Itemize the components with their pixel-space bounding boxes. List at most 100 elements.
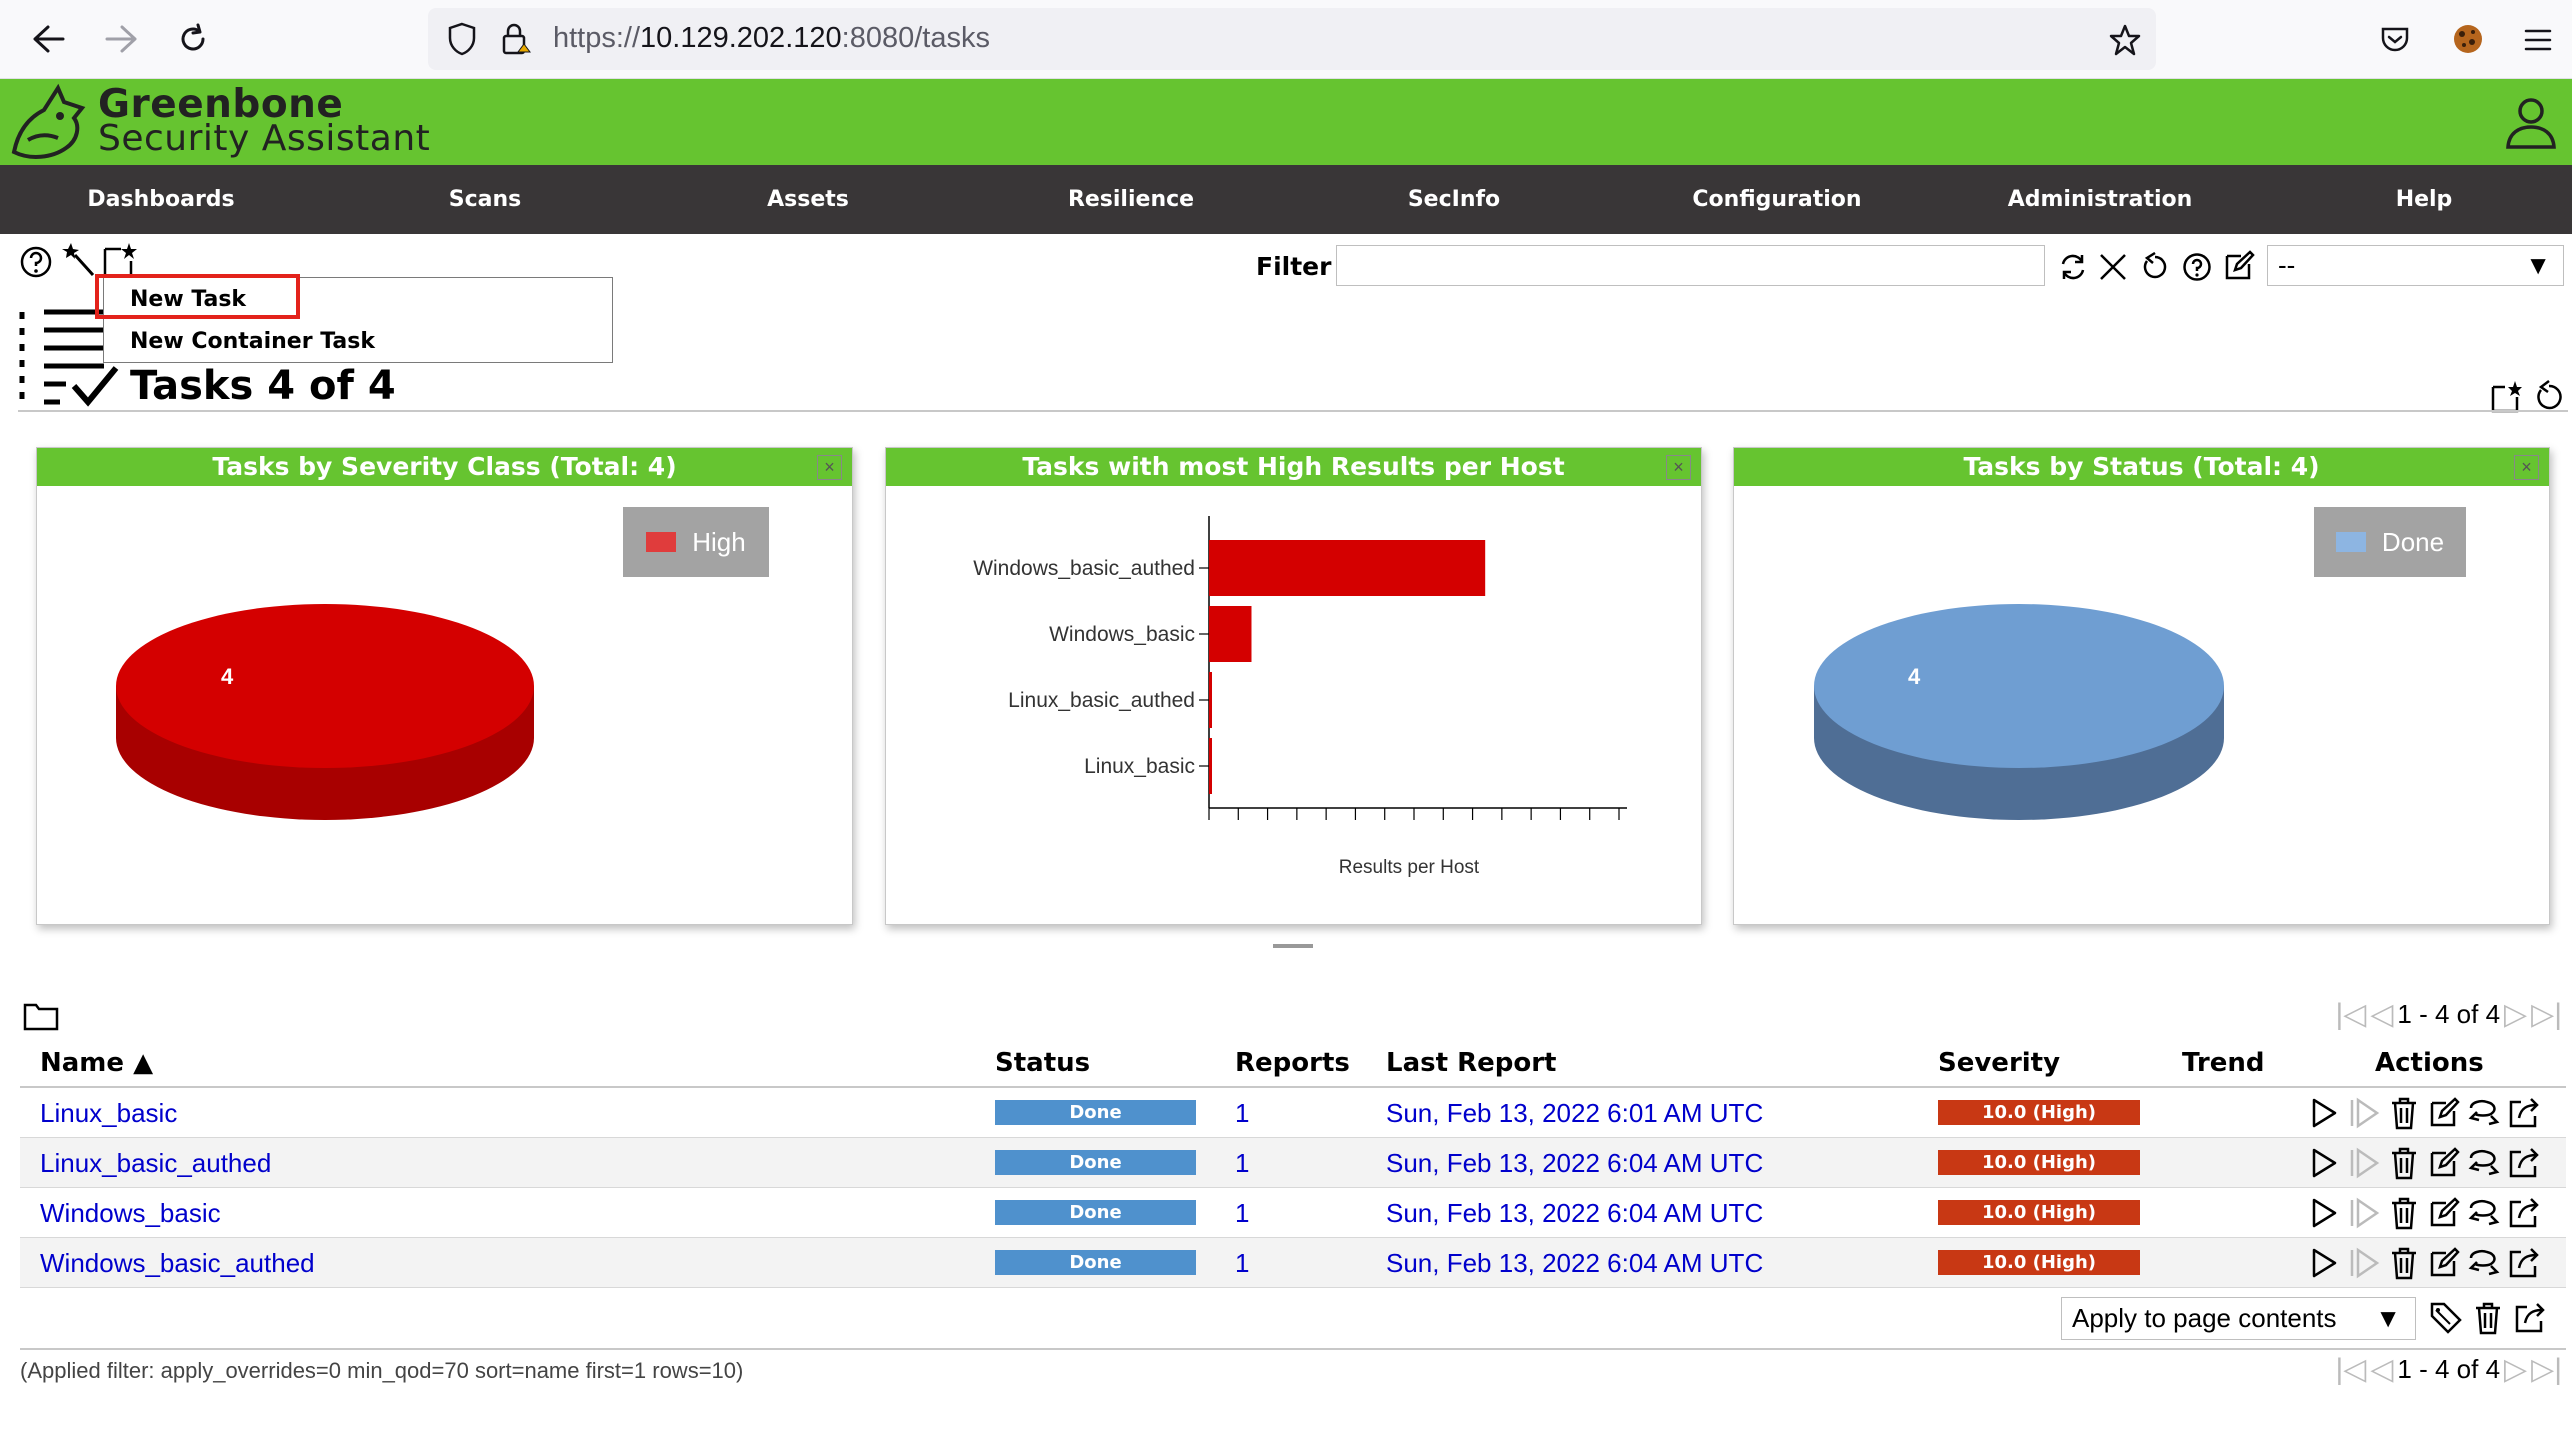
clone-task-icon[interactable] [2466, 1095, 2502, 1131]
clone-task-icon[interactable] [2466, 1145, 2502, 1181]
help-icon[interactable] [18, 244, 54, 280]
column-header-reports[interactable]: Reports [1235, 1048, 1350, 1078]
last-report-link[interactable]: Sun, Feb 13, 2022 6:01 AM UTC [1386, 1098, 1763, 1129]
update-filter-icon[interactable] [2056, 250, 2090, 284]
menu-assets[interactable]: Assets [767, 165, 849, 234]
last-page-icon[interactable]: ▷| [2531, 997, 2562, 1032]
reports-count-link[interactable]: 1 [1235, 1248, 1249, 1279]
filter-select[interactable]: -- ▼ [2267, 245, 2564, 286]
user-profile-icon[interactable] [2503, 94, 2559, 150]
edit-task-icon[interactable] [2426, 1245, 2462, 1281]
menu-administration[interactable]: Administration [2008, 165, 2193, 234]
resume-task-icon[interactable] [2346, 1245, 2382, 1281]
menu-item-new-container-task[interactable]: New Container Task [130, 329, 375, 354]
previous-page-icon[interactable]: ◁ [2370, 997, 2393, 1032]
last-report-link[interactable]: Sun, Feb 13, 2022 6:04 AM UTC [1386, 1248, 1763, 1279]
export-task-icon[interactable] [2506, 1095, 2542, 1131]
clear-filter-icon[interactable] [2096, 250, 2130, 284]
task-name-link[interactable]: Linux_basic_authed [40, 1148, 271, 1179]
url-path: :8080/tasks [841, 22, 990, 54]
start-task-icon[interactable] [2306, 1145, 2342, 1181]
severity-badge: 10.0 (High) [1938, 1250, 2140, 1275]
folder-icon[interactable] [22, 1000, 60, 1032]
bulk-delete-icon[interactable] [2470, 1300, 2506, 1336]
title-divider [18, 410, 2568, 412]
column-header-name[interactable]: Name ▲ [40, 1048, 153, 1078]
reports-count-link[interactable]: 1 [1235, 1148, 1249, 1179]
back-button[interactable] [28, 18, 70, 60]
next-page-icon[interactable]: ▷ [2504, 997, 2527, 1032]
edit-filter-icon[interactable] [2221, 248, 2257, 284]
menu-resilience[interactable]: Resilience [1068, 165, 1194, 234]
dashboard-resize-handle[interactable] [1273, 944, 1313, 948]
clone-task-icon[interactable] [2466, 1245, 2502, 1281]
reload-button[interactable] [172, 18, 214, 60]
menu-help[interactable]: Help [2396, 165, 2453, 234]
delete-task-icon[interactable] [2386, 1245, 2422, 1281]
resume-task-icon[interactable] [2346, 1095, 2382, 1131]
filter-input[interactable] [1336, 245, 2045, 286]
first-page-icon[interactable]: |◁ [2335, 997, 2366, 1032]
delete-task-icon[interactable] [2386, 1145, 2422, 1181]
wizard-wand-icon[interactable] [60, 240, 98, 278]
resume-task-icon[interactable] [2346, 1145, 2382, 1181]
start-task-icon[interactable] [2306, 1245, 2342, 1281]
clone-task-icon[interactable] [2466, 1195, 2502, 1231]
first-page-icon[interactable]: |◁ [2335, 1352, 2366, 1387]
forward-button[interactable] [100, 18, 142, 60]
new-dashboard-display-icon[interactable] [2488, 378, 2524, 414]
export-task-icon[interactable] [2506, 1145, 2542, 1181]
bar [1209, 540, 1486, 596]
bookmark-star-icon[interactable] [2105, 20, 2145, 60]
edit-task-icon[interactable] [2426, 1195, 2462, 1231]
bulk-export-icon[interactable] [2512, 1300, 2548, 1336]
delete-task-icon[interactable] [2386, 1095, 2422, 1131]
start-task-icon[interactable] [2306, 1195, 2342, 1231]
menu-configuration[interactable]: Configuration [1692, 165, 1861, 234]
status-badge: Done [995, 1150, 1196, 1175]
edit-task-icon[interactable] [2426, 1145, 2462, 1181]
reset-filter-icon[interactable] [2138, 250, 2172, 284]
url-scheme: https:// [553, 22, 641, 54]
last-report-link[interactable]: Sun, Feb 13, 2022 6:04 AM UTC [1386, 1198, 1763, 1229]
export-task-icon[interactable] [2506, 1245, 2542, 1281]
page-title: Tasks 4 of 4 [130, 363, 396, 409]
last-page-icon[interactable]: ▷| [2531, 1352, 2562, 1387]
column-header-last-report[interactable]: Last Report [1386, 1048, 1556, 1078]
menu-secinfo[interactable]: SecInfo [1408, 165, 1500, 234]
apply-to-select[interactable]: Apply to page contents ▼ [2061, 1297, 2416, 1340]
menu-scans[interactable]: Scans [449, 165, 522, 234]
column-header-actions: Actions [2375, 1048, 2484, 1078]
tag-icon[interactable] [2428, 1300, 2464, 1336]
reports-count-link[interactable]: 1 [1235, 1198, 1249, 1229]
column-header-status[interactable]: Status [995, 1048, 1090, 1078]
task-name-link[interactable]: Windows_basic_authed [40, 1248, 315, 1279]
pocket-icon[interactable] [2375, 20, 2415, 60]
y-tick-label: Linux_basic_authed [1008, 689, 1195, 712]
hamburger-menu-icon[interactable] [2518, 20, 2558, 60]
reset-dashboard-icon[interactable] [2532, 378, 2566, 414]
column-header-trend[interactable]: Trend [2182, 1048, 2264, 1078]
delete-task-icon[interactable] [2386, 1195, 2422, 1231]
reports-count-link[interactable]: 1 [1235, 1098, 1249, 1129]
url-text[interactable]: https://10.129.202.120:8080/tasks [553, 22, 990, 55]
shield-icon[interactable] [443, 20, 481, 58]
menu-dashboards[interactable]: Dashboards [87, 165, 234, 234]
greenbone-logo-icon[interactable] [8, 82, 92, 162]
bar [1209, 738, 1212, 794]
highlight-annotation [95, 274, 300, 319]
task-name-link[interactable]: Linux_basic [40, 1098, 177, 1129]
lock-icon[interactable] [497, 20, 535, 58]
next-page-icon[interactable]: ▷ [2504, 1352, 2527, 1387]
last-report-link[interactable]: Sun, Feb 13, 2022 6:04 AM UTC [1386, 1148, 1763, 1179]
filter-help-icon[interactable] [2180, 250, 2214, 284]
status-badge: Done [995, 1200, 1196, 1225]
export-task-icon[interactable] [2506, 1195, 2542, 1231]
task-name-link[interactable]: Windows_basic [40, 1198, 221, 1229]
start-task-icon[interactable] [2306, 1095, 2342, 1131]
cookie-icon[interactable] [2447, 18, 2489, 60]
previous-page-icon[interactable]: ◁ [2370, 1352, 2393, 1387]
resume-task-icon[interactable] [2346, 1195, 2382, 1231]
edit-task-icon[interactable] [2426, 1095, 2462, 1131]
column-header-severity[interactable]: Severity [1938, 1048, 2060, 1078]
